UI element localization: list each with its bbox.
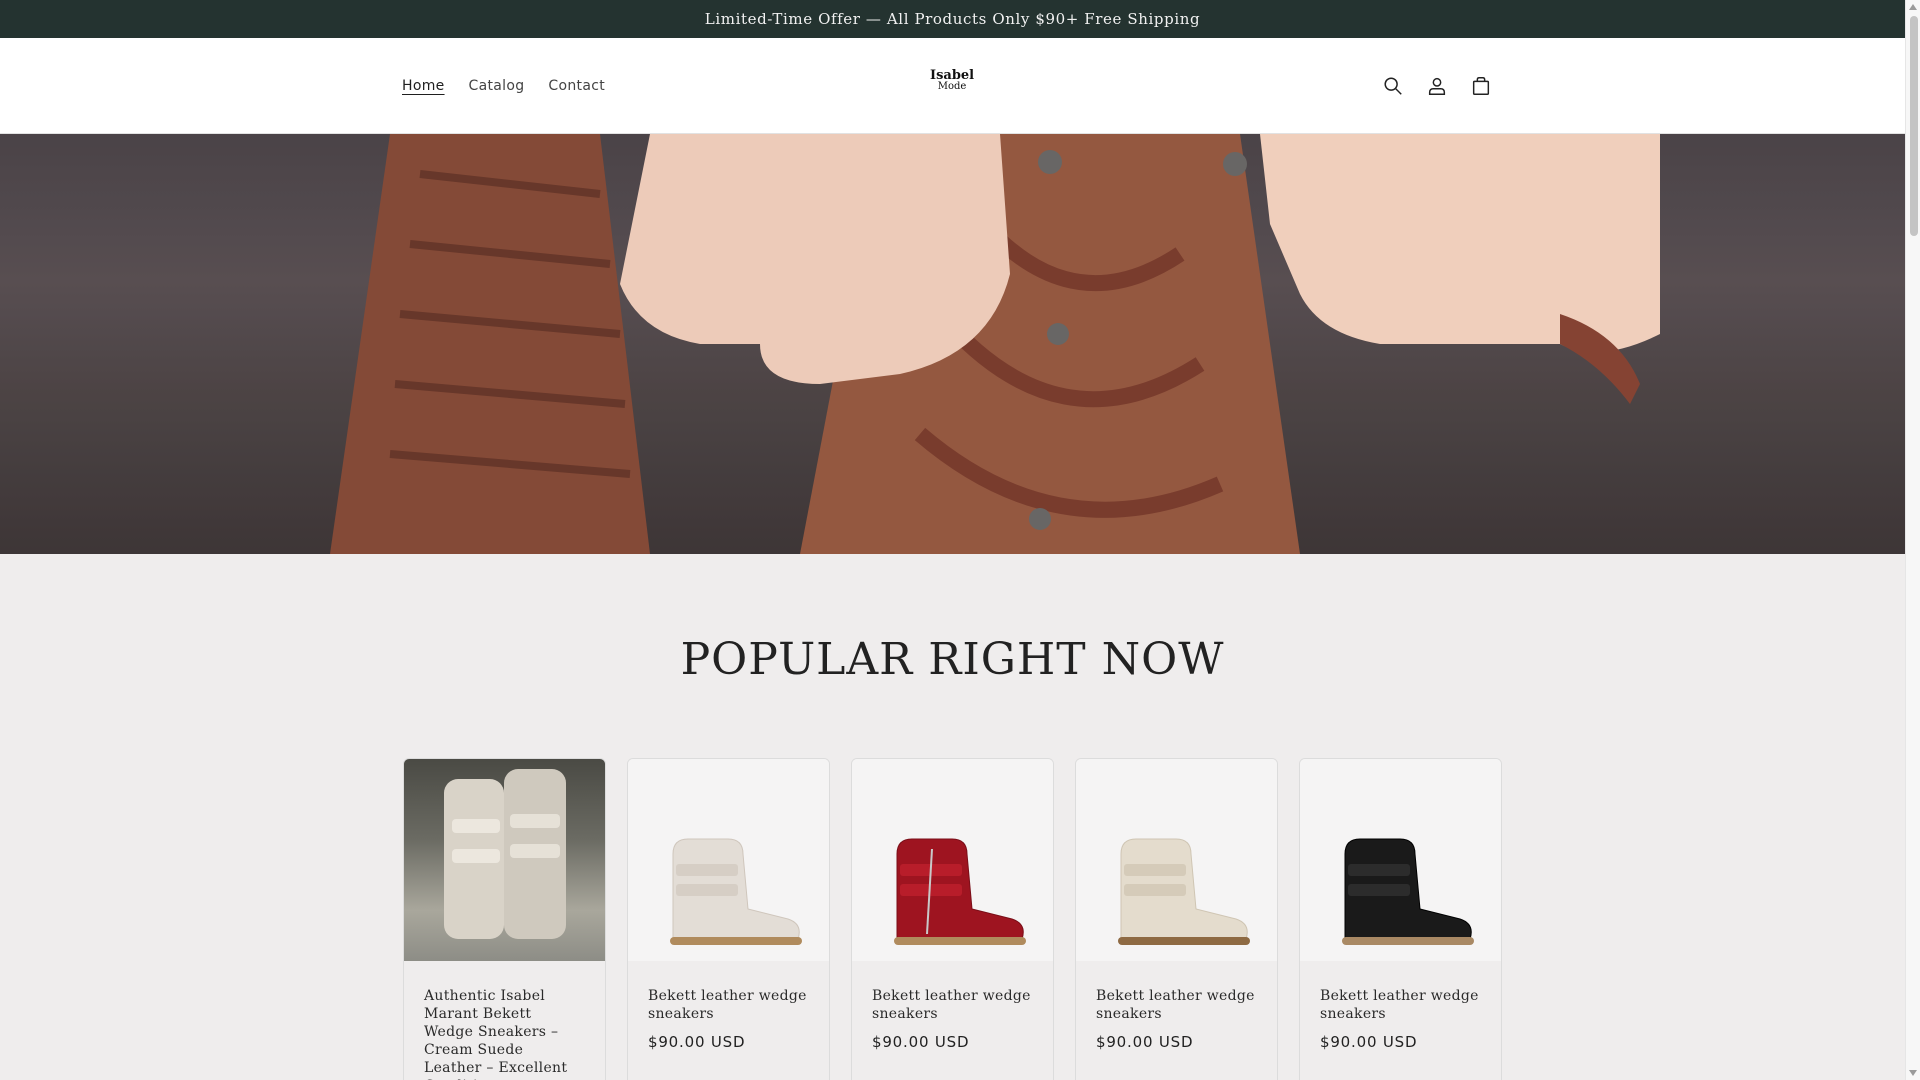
product-image[interactable] — [1076, 759, 1277, 961]
product-image[interactable] — [404, 759, 605, 961]
product-info: Authentic Isabel Marant Bekett Wedge Sne… — [404, 961, 605, 1080]
hero-illustration — [0, 134, 1905, 554]
product-card[interactable]: Bekett leather wedge sneakers $90.00 USD — [851, 758, 1054, 1080]
product-price: $90.00 USD — [1320, 1033, 1418, 1051]
sneaker-photo-icon — [444, 769, 566, 939]
vertical-scrollbar[interactable] — [1905, 0, 1920, 1080]
site-header: Home Catalog Contact Isabel Mode — [0, 38, 1905, 134]
product-card[interactable]: Bekett leather wedge sneakers $90.00 USD — [1299, 758, 1502, 1080]
scroll-down-arrow-icon[interactable] — [1909, 1070, 1917, 1076]
product-name[interactable]: Authentic Isabel Marant Bekett Wedge Sne… — [424, 987, 585, 1080]
search-icon[interactable] — [1381, 74, 1405, 98]
announcement-text: Limited-Time Offer — All Products Only $… — [704, 10, 1201, 28]
product-price: $90.00 USD — [872, 1033, 970, 1051]
product-image[interactable] — [628, 759, 829, 961]
product-name[interactable]: Bekett leather wedge sneakers — [648, 987, 809, 1023]
cart-icon[interactable] — [1469, 74, 1493, 98]
product-grid: Authentic Isabel Marant Bekett Wedge Sne… — [403, 758, 1502, 1080]
main-nav: Home Catalog Contact — [402, 38, 617, 134]
site-logo[interactable]: Isabel Mode — [930, 68, 975, 92]
announcement-bar: Limited-Time Offer — All Products Only $… — [0, 0, 1905, 38]
scroll-up-arrow-icon[interactable] — [1909, 4, 1917, 10]
header-icons — [1381, 38, 1493, 134]
product-info: Bekett leather wedge sneakers $90.00 USD — [852, 961, 1053, 1051]
hero-banner-image — [0, 134, 1905, 554]
product-image[interactable] — [852, 759, 1053, 961]
product-image[interactable] — [1300, 759, 1501, 961]
scrollbar-thumb[interactable] — [1910, 16, 1918, 236]
product-name[interactable]: Bekett leather wedge sneakers — [1320, 987, 1481, 1023]
product-name[interactable]: Bekett leather wedge sneakers — [1096, 987, 1257, 1023]
product-card[interactable]: Authentic Isabel Marant Bekett Wedge Sne… — [403, 758, 606, 1080]
nav-item-home[interactable]: Home — [402, 78, 457, 94]
product-card[interactable]: Bekett leather wedge sneakers $90.00 USD — [1075, 758, 1278, 1080]
sneaker-icon — [1342, 838, 1474, 945]
product-info: Bekett leather wedge sneakers $90.00 USD — [628, 961, 829, 1051]
sneaker-icon — [670, 838, 802, 945]
sneaker-icon — [1118, 838, 1250, 945]
product-card[interactable]: Bekett leather wedge sneakers $90.00 USD — [627, 758, 830, 1080]
logo-line-1: Isabel — [930, 68, 975, 83]
product-info: Bekett leather wedge sneakers $90.00 USD — [1076, 961, 1277, 1051]
nav-item-contact[interactable]: Contact — [536, 78, 617, 94]
hero-overlay — [0, 134, 1905, 554]
account-icon[interactable] — [1425, 74, 1449, 98]
section-title: POPULAR RIGHT NOW — [680, 634, 1225, 685]
product-price: $90.00 USD — [1096, 1033, 1194, 1051]
sneaker-icon — [894, 838, 1026, 945]
product-name[interactable]: Bekett leather wedge sneakers — [872, 987, 1033, 1023]
product-info: Bekett leather wedge sneakers $90.00 USD — [1300, 961, 1501, 1051]
product-price: $90.00 USD — [648, 1033, 746, 1051]
nav-item-catalog[interactable]: Catalog — [457, 78, 537, 94]
page: Limited-Time Offer — All Products Only $… — [0, 0, 1905, 1080]
